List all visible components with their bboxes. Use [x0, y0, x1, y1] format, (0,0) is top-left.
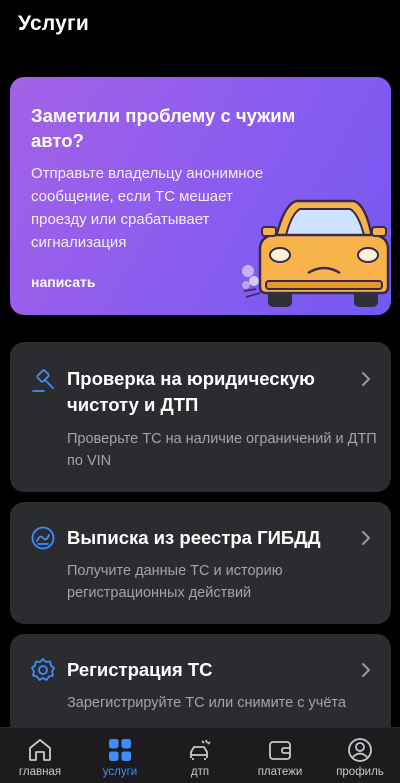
user-icon: [348, 738, 372, 762]
chevron-right-icon: [362, 531, 371, 545]
tab-label: платежи: [257, 766, 303, 778]
crash-car-icon: [190, 739, 211, 760]
tab-profile[interactable]: профиль: [320, 728, 400, 783]
bottom-tab-bar: главная услуги дтп платежи профиль: [0, 727, 400, 783]
wallet-icon: [269, 741, 291, 760]
header: Услуги: [18, 12, 89, 36]
chevron-right-icon: [362, 663, 371, 677]
tab-payments[interactable]: платежи: [240, 728, 320, 783]
service-title: Проверка на юридическую чистоту и ДТП: [67, 368, 315, 415]
tab-label: профиль: [336, 766, 384, 778]
tab-home[interactable]: главная: [0, 728, 80, 783]
tab-label: главная: [18, 766, 62, 778]
tab-label: дтп: [190, 766, 210, 778]
gavel-icon: [32, 369, 54, 392]
service-card-registry-extract[interactable]: Выписка из реестра ГИБДД Получите данные…: [10, 502, 391, 624]
service-card-legal-check[interactable]: Проверка на юридическую чистоту и ДТП Пр…: [10, 342, 391, 492]
grid-icon: [109, 739, 131, 761]
service-desc: Зарегистрируйте ТС или снимите с учёта: [67, 695, 346, 711]
badge-icon: [31, 658, 55, 681]
tab-services[interactable]: услуги: [80, 728, 160, 783]
document-icon: [31, 526, 55, 550]
service-title: Регистрация ТС: [67, 659, 213, 680]
yellow-car-illustration: [242, 199, 390, 307]
service-desc: Проверьте ТС на наличие ограничений и ДТ…: [67, 431, 377, 469]
promo-title: Заметили проблему с чужим авто?: [31, 105, 296, 151]
home-icon: [29, 739, 51, 761]
page-title: Услуги: [18, 12, 90, 35]
service-desc: Получите данные ТС и историю регистрацио…: [67, 563, 283, 601]
promo-text: Отправьте владельцу анонимное сообщение,…: [31, 165, 264, 251]
tab-accident[interactable]: дтп: [160, 728, 240, 783]
write-button[interactable]: написать: [31, 274, 96, 290]
service-title: Выписка из реестра ГИБДД: [67, 527, 321, 548]
promo-banner[interactable]: Заметили проблему с чужим авто? Отправьт…: [10, 77, 391, 315]
tab-label: услуги: [102, 766, 138, 778]
chevron-right-icon: [362, 372, 371, 386]
